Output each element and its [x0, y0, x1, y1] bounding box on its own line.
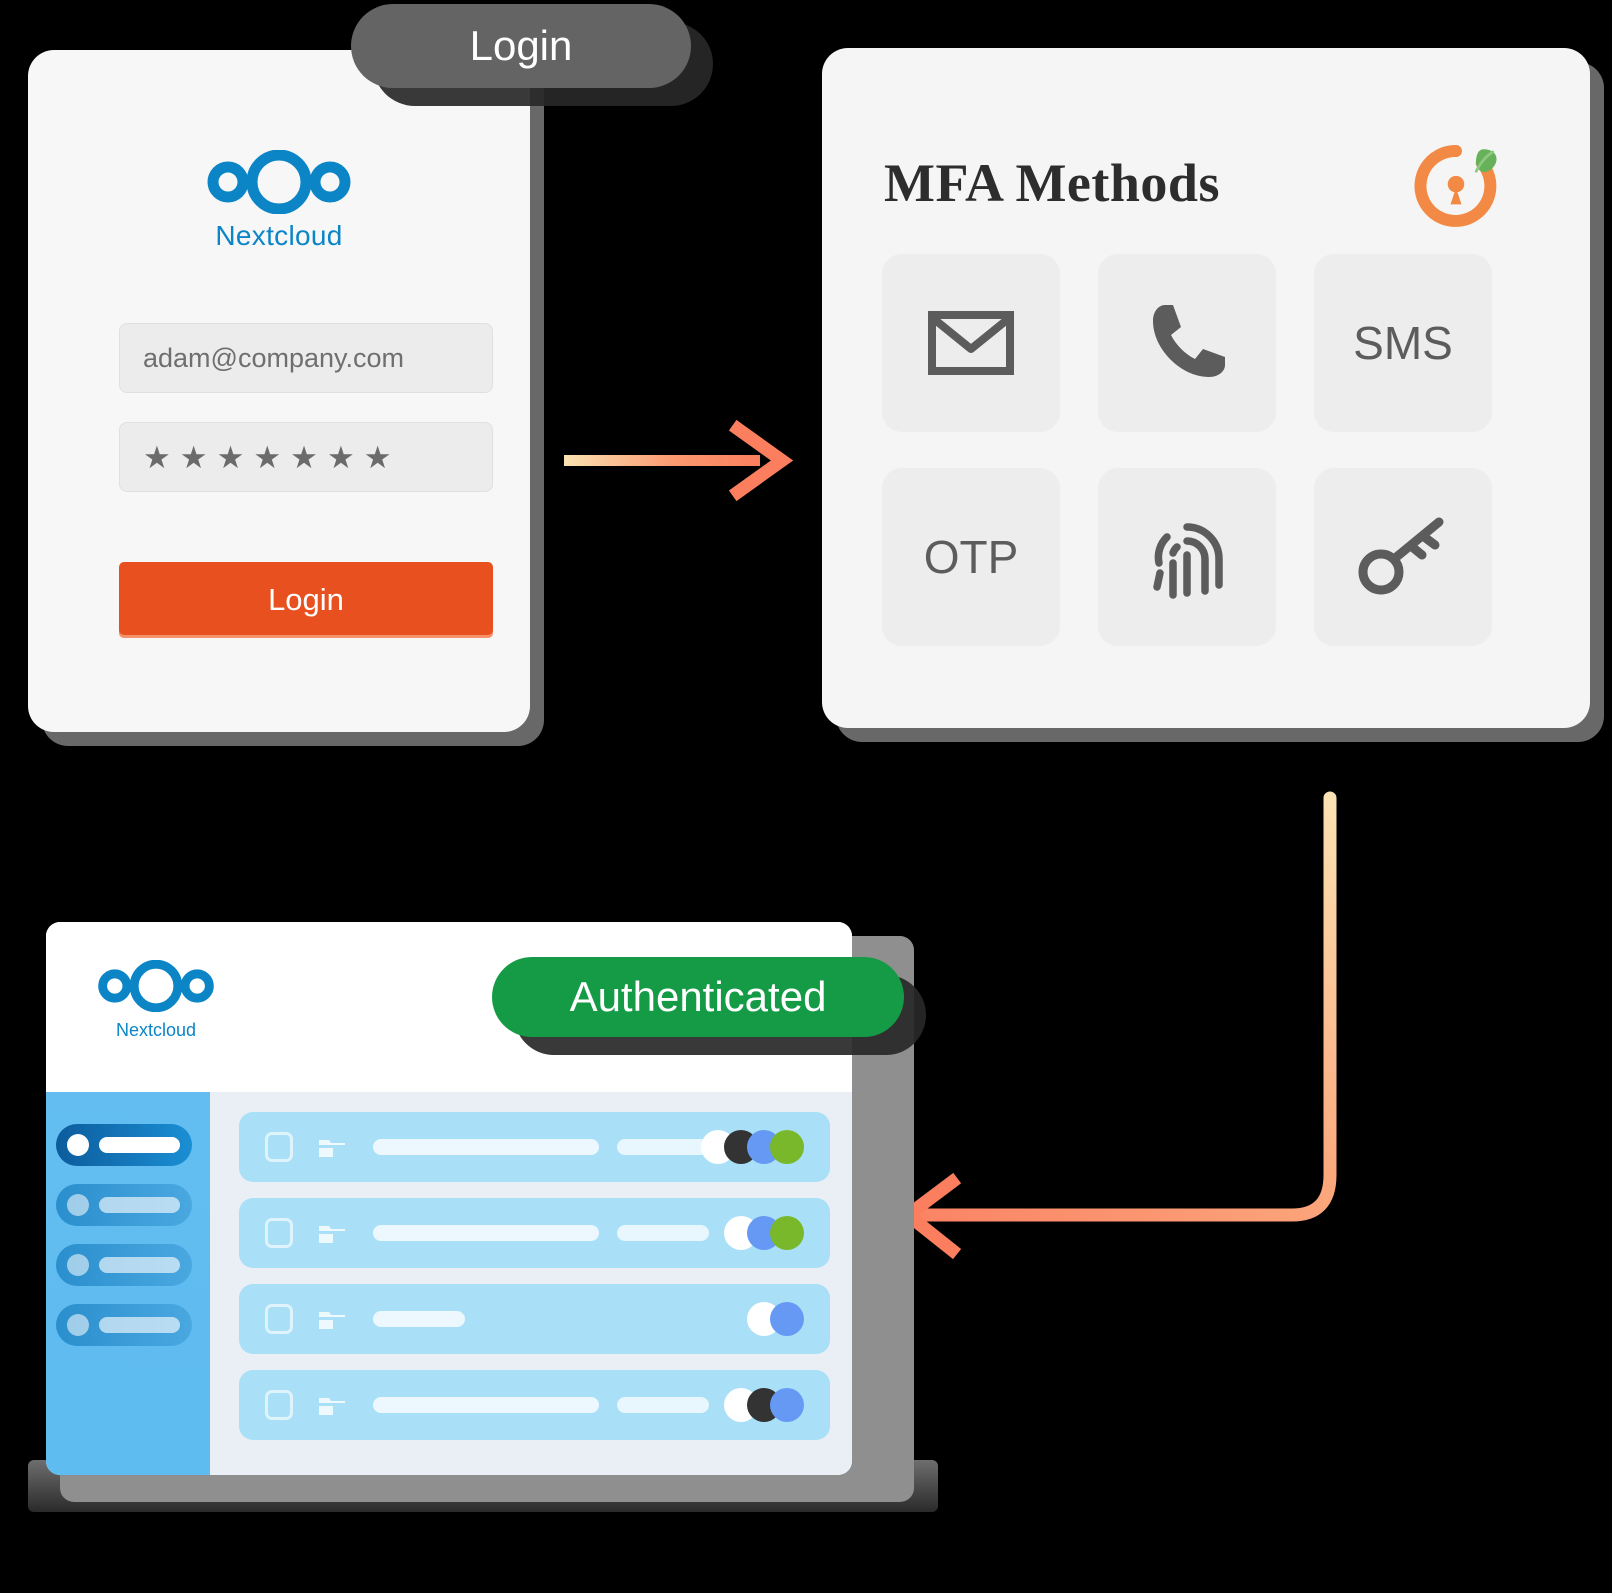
mfa-tile-email[interactable]	[882, 254, 1060, 432]
row-checkbox[interactable]	[265, 1218, 293, 1248]
row-meta	[617, 1139, 709, 1155]
sidebar-item-label	[99, 1137, 180, 1153]
row-avatars	[747, 1302, 804, 1336]
mfa-tile-otp[interactable]: OTP	[882, 468, 1060, 646]
mfa-methods-card: MFA Methods SMS OTP	[822, 48, 1590, 728]
folder-icon	[319, 1398, 345, 1415]
sidebar-item-label	[99, 1257, 180, 1273]
row-checkbox[interactable]	[265, 1390, 293, 1420]
email-field[interactable]: adam@company.com	[119, 323, 493, 393]
password-field[interactable]: ★★★★★★★	[119, 422, 493, 492]
mfa-tile-biometric[interactable]	[1098, 468, 1276, 646]
sidebar-item-4[interactable]	[56, 1304, 192, 1346]
avatar	[770, 1388, 804, 1422]
login-card: Nextcloud adam@company.com ★★★★★★★ Login	[28, 50, 530, 732]
fingerprint-icon	[1153, 523, 1223, 599]
arrow-mfa-to-dashboard	[897, 791, 1337, 1260]
nextcloud-wordmark: Nextcloud	[215, 220, 343, 251]
nextcloud-mark-icon	[98, 959, 214, 1013]
mfa-tile-sms-label: SMS	[1353, 317, 1453, 369]
row-avatars	[724, 1216, 804, 1250]
row-avatars	[701, 1130, 804, 1164]
arrow-login-to-mfa	[564, 419, 794, 502]
dashboard-body	[46, 1092, 852, 1475]
row-name	[373, 1139, 599, 1155]
folder-icon	[319, 1140, 345, 1157]
email-field-value: adam@company.com	[143, 342, 405, 373]
avatar	[770, 1216, 804, 1250]
mfa-panel-title: MFA Methods	[884, 153, 1220, 213]
table-row[interactable]	[239, 1112, 830, 1182]
step-badge-login: Login	[351, 4, 691, 88]
sidebar-item-icon	[67, 1134, 89, 1156]
sidebar-item-label	[99, 1197, 180, 1213]
key-icon	[1358, 517, 1444, 595]
sidebar-item-icon	[67, 1254, 89, 1276]
row-name	[373, 1311, 465, 1327]
envelope-icon	[928, 311, 1014, 375]
mfa-tile-security-key[interactable]	[1314, 468, 1492, 646]
password-field-value: ★★★★★★★	[143, 439, 401, 475]
dashboard-nextcloud-wordmark: Nextcloud	[115, 1020, 197, 1040]
row-avatars	[724, 1388, 804, 1422]
mfa-tile-otp-label: OTP	[923, 531, 1019, 583]
sidebar-item-3[interactable]	[56, 1244, 192, 1286]
row-checkbox[interactable]	[265, 1132, 293, 1162]
row-checkbox[interactable]	[265, 1304, 293, 1334]
folder-icon	[319, 1226, 345, 1243]
row-meta	[617, 1397, 709, 1413]
dashboard-sidebar	[46, 1092, 210, 1475]
mfa-methods-grid: SMS OTP	[882, 254, 1492, 646]
sidebar-item-icon	[67, 1194, 89, 1216]
mfa-tile-sms[interactable]: SMS	[1314, 254, 1492, 432]
table-row[interactable]	[239, 1370, 830, 1440]
sidebar-item-icon	[67, 1314, 89, 1336]
avatar	[770, 1302, 804, 1336]
mfa-tile-phone-call[interactable]	[1098, 254, 1276, 432]
sidebar-item-1[interactable]	[56, 1124, 192, 1166]
phone-icon	[1153, 305, 1225, 377]
sidebar-item-label	[99, 1317, 180, 1333]
dashboard-nextcloud-logo: Nextcloud	[90, 959, 222, 1041]
lock-timer-leaf-logo-icon	[1414, 145, 1497, 227]
folder-icon	[319, 1312, 345, 1329]
flow-diagram: Nextcloud adam@company.com ★★★★★★★ Login…	[0, 0, 1612, 1593]
table-row[interactable]	[239, 1284, 830, 1354]
row-name	[373, 1397, 599, 1413]
table-row[interactable]	[239, 1198, 830, 1268]
nextcloud-mark-icon	[207, 150, 351, 214]
avatar	[770, 1130, 804, 1164]
row-meta	[617, 1225, 709, 1241]
file-list	[239, 1112, 830, 1456]
row-name	[373, 1225, 599, 1241]
login-submit-button[interactable]: Login	[119, 562, 493, 638]
nextcloud-logo: Nextcloud	[28, 150, 530, 252]
sidebar-item-2[interactable]	[56, 1184, 192, 1226]
status-badge-authenticated: Authenticated	[492, 957, 904, 1037]
